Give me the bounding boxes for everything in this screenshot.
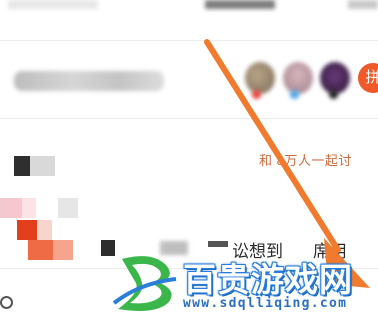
watermark-url: www.sdqlliqing.com (183, 296, 348, 311)
watermark-title: 百贵游戏网 (183, 260, 353, 299)
site-logo-icon (112, 256, 177, 311)
